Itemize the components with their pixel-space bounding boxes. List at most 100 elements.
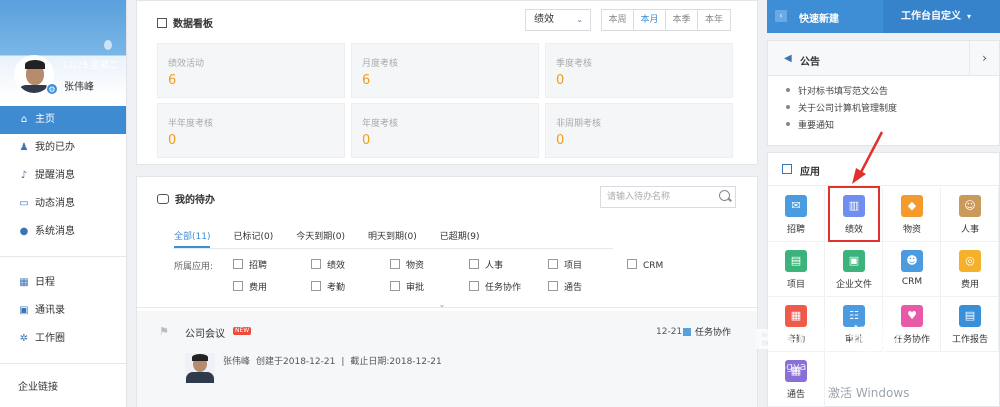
chart-icon: [157, 18, 167, 28]
todo-tabs: 全部(11) 已标记(0) 今天到期(0) 明天到期(0) 已超期(9): [174, 229, 502, 248]
filter-checkbox[interactable]: 招聘: [233, 259, 267, 272]
todo-item-meta: 张伟峰 创建于2018-12-21 | 截止日期:2018-12-21: [223, 357, 442, 367]
filter-checkbox[interactable]: 项目: [548, 259, 582, 272]
chevron-down-icon: ⌄: [576, 15, 583, 24]
notice-title: 公告: [800, 57, 820, 68]
filter-checkbox[interactable]: 审批: [390, 281, 424, 294]
board-type-select[interactable]: 绩效 ⌄: [525, 9, 591, 31]
category-color-icon: [683, 328, 691, 336]
app-icon: ◆: [901, 195, 923, 217]
current-date: 12/25 星期二: [62, 61, 118, 71]
chat-icon: [157, 194, 169, 204]
period-year[interactable]: 本年: [698, 10, 730, 30]
sidebar-item-contacts[interactable]: ▣ 通讯录: [0, 297, 126, 325]
message-icon: ▭: [19, 198, 29, 209]
tab-overdue[interactable]: 已超期(9): [440, 229, 480, 248]
sidebar-item-done[interactable]: ♟ 我的已办: [0, 134, 126, 162]
quick-new-button[interactable]: 快速新建: [799, 10, 839, 25]
app-label: 费用: [960, 280, 979, 290]
app-label: 招聘: [786, 225, 805, 235]
collapse-chevron-icon[interactable]: ⌄: [427, 301, 457, 310]
apps-title: 应用: [800, 167, 820, 178]
filter-checkbox[interactable]: 绩效: [311, 259, 345, 272]
app-label: 通告: [786, 390, 805, 400]
filter-checkbox[interactable]: 人事: [469, 259, 503, 272]
user-name: 张伟峰: [64, 82, 94, 93]
app-label: 物资: [902, 225, 921, 235]
filter-checkbox[interactable]: CRM: [627, 259, 663, 272]
app-tile[interactable]: ◆ 物资: [884, 187, 941, 242]
period-quarter[interactable]: 本季: [666, 10, 698, 30]
sidebar-item-dynamics[interactable]: ▭ 动态消息: [0, 190, 126, 218]
user-check-icon: ♟: [19, 142, 29, 153]
contacts-icon: ▣: [19, 305, 29, 316]
stat-card[interactable]: 年度考核 0: [351, 103, 539, 158]
period-month[interactable]: 本月: [634, 10, 666, 30]
customize-workbench-button[interactable]: 工作台自定义 ▾: [883, 0, 1000, 33]
tab-marked[interactable]: 已标记(0): [233, 229, 273, 248]
home-icon: ⌂: [20, 114, 28, 125]
sidebar-item-home[interactable]: ⌂ 主页: [0, 106, 126, 134]
filter-checkbox[interactable]: 任务协作: [469, 281, 521, 294]
period-week[interactable]: 本周: [602, 10, 634, 30]
new-badge: NEW: [233, 327, 252, 335]
stat-card[interactable]: 半年度考核 0: [157, 103, 345, 158]
watermark: Baidu经验: [754, 323, 907, 356]
stat-card[interactable]: 非周期考核 0: [545, 103, 733, 158]
app-tile[interactable]: ☺ 人事: [942, 187, 999, 242]
app-label: 项目: [786, 280, 805, 290]
app-label: CRM: [901, 277, 923, 287]
notice-item[interactable]: 关于公司计算机管理制度: [786, 101, 999, 118]
calendar-icon: ▦: [19, 277, 29, 288]
chevron-left-icon[interactable]: ‹: [775, 10, 787, 22]
sidebar-item-workcircle[interactable]: ✲ 工作圈: [0, 325, 126, 353]
chevron-right-icon[interactable]: ›: [969, 41, 999, 76]
sidebar-item-system[interactable]: ● 系统消息: [0, 218, 126, 246]
todo-panel: 我的待办 请输入待办名称 全部(11) 已标记(0) 今天到期(0) 明天到期(…: [136, 176, 758, 407]
filter-checkbox[interactable]: 费用: [233, 281, 267, 294]
app-icon: ▤: [785, 250, 807, 272]
period-switch: 本周 本月 本季 本年: [601, 9, 731, 31]
filter-checkbox[interactable]: 考勤: [311, 281, 345, 294]
todo-title: 我的待办: [157, 191, 215, 206]
data-board-panel: 数据看板 绩效 ⌄ 本周 本月 本季 本年 绩效活动 6 月度考核 6 季度考核 0 半…: [136, 0, 758, 165]
stat-card[interactable]: 月度考核 6: [351, 43, 539, 98]
tab-due-tomorrow[interactable]: 明天到期(0): [368, 229, 417, 248]
search-icon[interactable]: [719, 190, 730, 201]
stat-card[interactable]: 季度考核 0: [545, 43, 733, 98]
app-icon: ▣: [843, 250, 865, 272]
bell-icon: ♪: [20, 170, 28, 181]
highlight-box: [828, 186, 880, 242]
filter-checkbox[interactable]: 通告: [548, 281, 582, 294]
flag-icon[interactable]: ⚑: [159, 325, 169, 338]
app-tile[interactable]: ▤ 项目: [768, 242, 825, 297]
grid-icon: [782, 164, 792, 174]
sidebar-item-reminders[interactable]: ♪ 提醒消息: [0, 162, 126, 190]
tab-due-today[interactable]: 今天到期(0): [296, 229, 345, 248]
tab-all[interactable]: 全部(11): [174, 229, 211, 248]
todo-search-input[interactable]: 请输入待办名称: [600, 186, 736, 208]
app-tile[interactable]: ✉ 招聘: [768, 187, 825, 242]
app-label: 人事: [960, 225, 979, 235]
todo-item-title[interactable]: 公司会议: [185, 325, 225, 340]
windows-activation-text: 激活 Windows: [828, 386, 910, 400]
app-tile[interactable]: ☻ CRM: [884, 242, 941, 297]
filter-checkbox[interactable]: 物资: [390, 259, 424, 272]
data-board-title: 数据看板: [157, 15, 213, 30]
gear-icon[interactable]: ⚙: [46, 83, 58, 95]
circle-icon: ✲: [19, 333, 29, 344]
divider: [173, 248, 613, 249]
app-icon: ◎: [959, 250, 981, 272]
app-icon: ▤: [959, 305, 981, 327]
app-tile[interactable]: ◎ 费用: [942, 242, 999, 297]
sidebar-item-schedule[interactable]: ▦ 日程: [0, 269, 126, 297]
stat-card[interactable]: 绩效活动 6: [157, 43, 345, 98]
info-icon: ●: [19, 226, 29, 237]
notice-item[interactable]: 重要通知: [786, 118, 999, 135]
todo-item[interactable]: ⚑ 公司会议 NEW 12-21 任务协作 张伟峰 创建于2018-12-21 | 截…: [137, 311, 757, 407]
notice-item[interactable]: 针对标书填写范文公告: [786, 84, 999, 101]
app-tile[interactable]: ▣ 企业文件: [826, 242, 883, 297]
quick-bar: ‹ 快速新建 工作台自定义 ▾: [767, 0, 1000, 33]
sidebar-item-links[interactable]: 企业链接: [0, 374, 126, 402]
todo-item-date: 12-21: [656, 327, 683, 337]
